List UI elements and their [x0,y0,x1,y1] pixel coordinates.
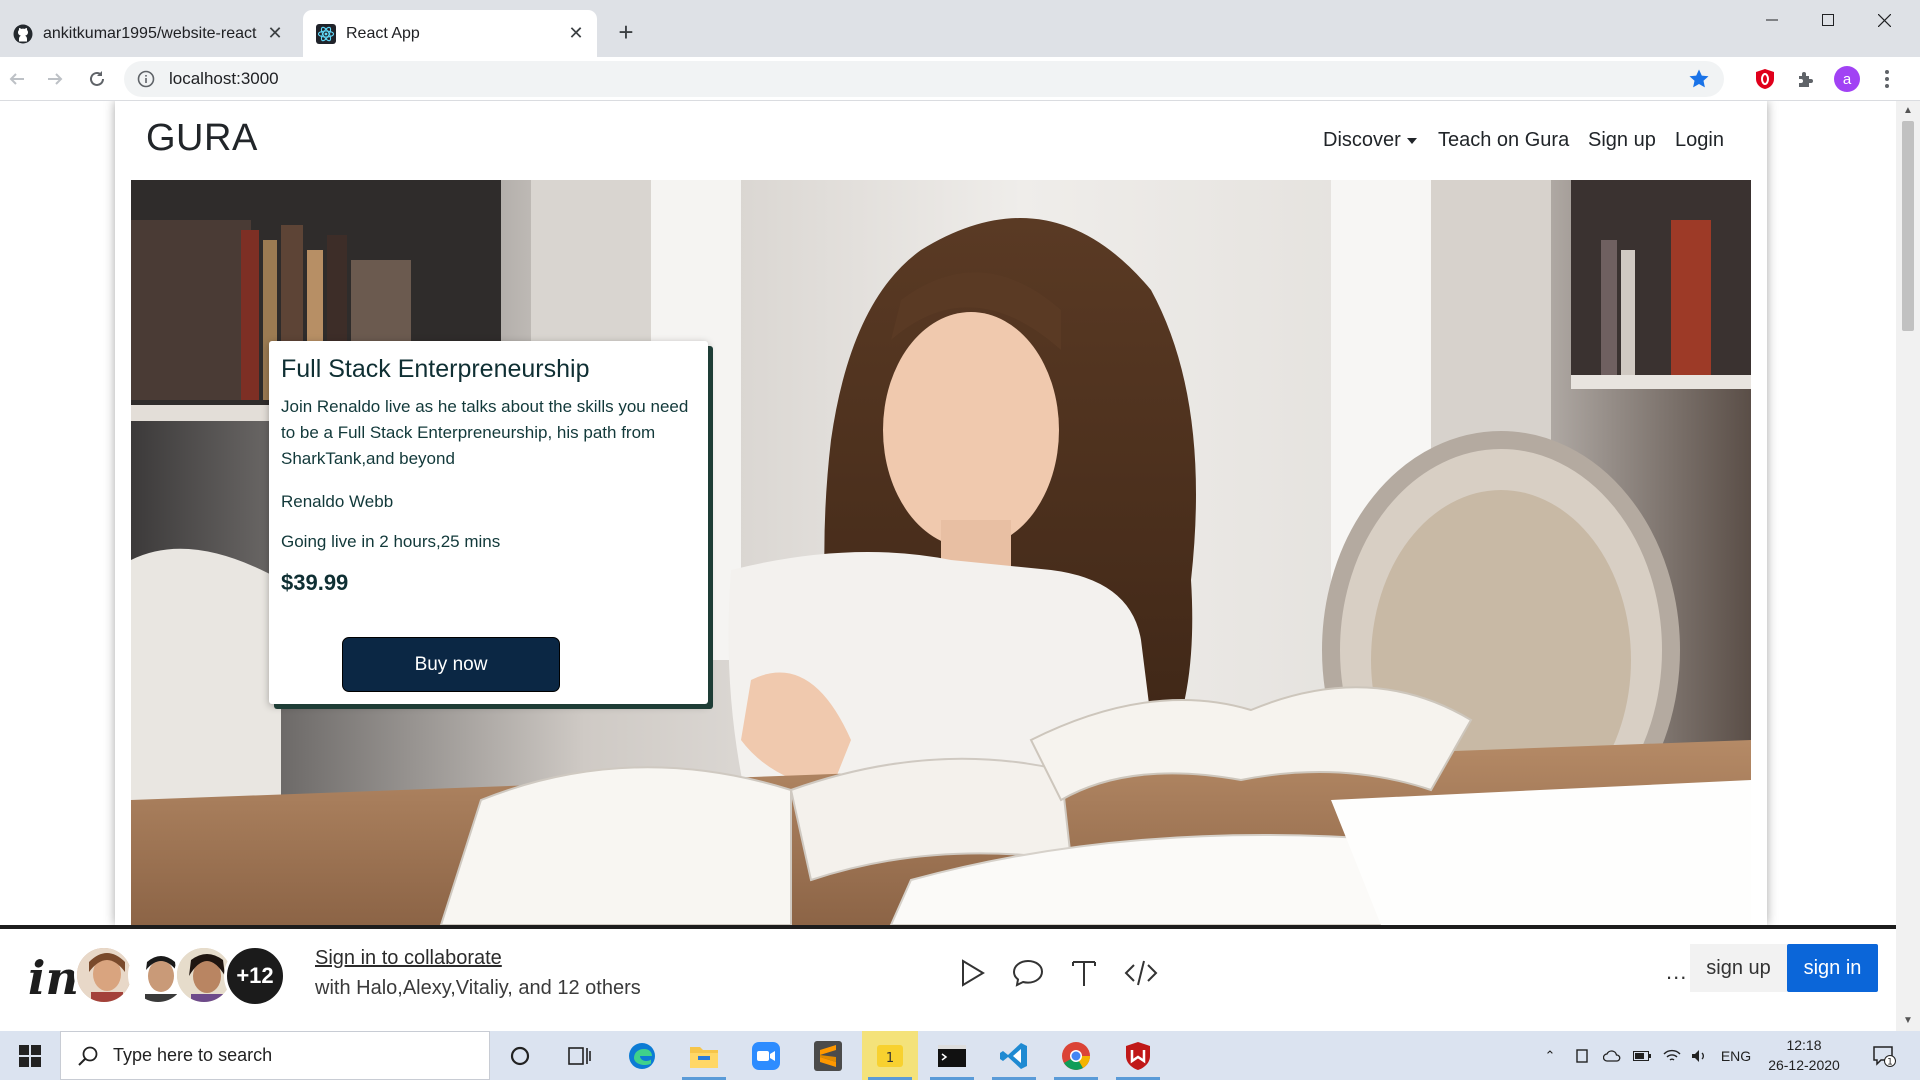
live-status: Going live in 2 hours,25 mins [281,532,501,551]
browser-tab-strip: ankitkumar1995/website-react ✕ React App… [0,0,1920,57]
volume-icon[interactable] [1688,1031,1712,1080]
text-tool-icon[interactable] [1064,953,1104,993]
terminal-icon[interactable] [924,1031,980,1080]
invision-logo: in [28,951,79,1005]
battery-icon[interactable] [1630,1031,1654,1080]
github-icon [13,24,33,43]
cortana-icon[interactable] [492,1031,548,1080]
scroll-down-icon[interactable]: ▼ [1896,1011,1920,1029]
task-view-icon[interactable] [552,1031,608,1080]
zoom-icon[interactable] [738,1031,794,1080]
nav-discover-label: Discover [1323,129,1401,151]
nav-discover[interactable]: Discover [1323,129,1417,152]
taskbar-search-placeholder: Type here to search [113,1045,273,1065]
close-window-icon[interactable] [1856,0,1912,40]
nav-login[interactable]: Login [1675,129,1724,152]
new-tab-icon[interactable]: + [612,17,640,47]
sign-in-to-collaborate-link[interactable]: Sign in to collaborate [315,947,502,970]
system-clock[interactable]: 12:18 26-12-2020 [1762,1035,1846,1075]
extensions-puzzle-icon[interactable] [1793,66,1819,92]
vscode-icon[interactable] [986,1031,1042,1080]
windows-start-icon[interactable] [0,1031,60,1080]
search-icon [78,1046,98,1066]
url-text: localhost:3000 [169,69,279,88]
course-author: Renaldo Webb [281,492,394,511]
course-title: Full Stack Enterpreneurship [281,355,590,383]
page-viewport: GURA Discover Teach on Gura Sign up Logi… [0,101,1896,925]
browser-menu-icon[interactable] [1874,66,1900,92]
code-icon[interactable] [1121,953,1161,993]
buy-now-button[interactable]: Buy now [342,637,560,692]
tray-chevron-up-icon[interactable]: ⌃ [1538,1031,1562,1080]
nav-sign-up[interactable]: Sign up [1588,129,1656,152]
tab-close-icon[interactable]: ✕ [262,21,288,47]
notification-center-icon[interactable]: 1 [1864,1031,1904,1080]
tab-close-icon[interactable]: ✕ [563,21,589,47]
clock-date: 26-12-2020 [1768,1057,1840,1073]
opera-extension-icon[interactable] [1752,66,1778,92]
tray-device-icon[interactable] [1570,1031,1594,1080]
forward-icon[interactable] [40,64,70,94]
more-options-icon[interactable]: ... [1666,959,1687,985]
collaboration-bar: in +12 Sign in to collaborate with Halo,… [0,925,1896,1031]
taskbar-search[interactable]: Type here to search [60,1031,490,1080]
tab-title: React App [346,24,420,42]
chrome-icon[interactable] [1048,1031,1104,1080]
onedrive-icon[interactable] [1600,1031,1624,1080]
extra-collaborators-badge[interactable]: +12 [224,945,286,1007]
reload-icon[interactable] [82,64,112,94]
collab-sign-up-button[interactable]: sign up [1690,944,1787,992]
mcafee-icon[interactable] [1110,1031,1166,1080]
address-bar[interactable]: localhost:3000 [124,61,1724,97]
collab-sign-in-button[interactable]: sign in [1787,944,1878,992]
site-info-icon[interactable] [137,70,155,88]
bookmark-star-icon[interactable] [1688,68,1710,90]
course-price: $39.99 [281,570,349,595]
svg-text:1: 1 [886,1051,894,1066]
browser-toolbar: localhost:3000 a [0,57,1920,101]
page-scrollbar[interactable]: ▲ ▼ [1896,101,1920,1031]
sublime-text-icon[interactable] [800,1031,856,1080]
profile-avatar[interactable]: a [1834,66,1860,92]
course-description: Join Renaldo live as he talks about the … [281,397,689,468]
edge-icon[interactable] [614,1031,670,1080]
sticky-app-icon[interactable]: 1 [862,1031,918,1080]
scroll-up-icon[interactable]: ▲ [1896,101,1920,119]
comment-icon[interactable] [1008,953,1048,993]
tab-github[interactable]: ankitkumar1995/website-react ✕ [0,10,296,57]
windows-taskbar: Type here to search 1 ⌃ ENG 12:18 26-12-… [0,1031,1920,1080]
minimize-icon[interactable] [1744,0,1800,40]
language-indicator[interactable]: ENG [1716,1031,1756,1080]
wifi-icon[interactable] [1660,1031,1684,1080]
notification-count: 1 [1887,1057,1893,1067]
clock-time: 12:18 [1786,1037,1822,1053]
collaborators-text: with Halo,Alexy,Vitaliy, and 12 others [315,977,641,999]
tab-react-app[interactable]: React App ✕ [303,10,597,57]
site-logo[interactable]: GURA [146,117,258,160]
nav-teach-on-gura[interactable]: Teach on Gura [1438,129,1569,152]
maximize-icon[interactable] [1800,0,1856,40]
avatar [74,945,134,1005]
file-explorer-icon[interactable] [676,1031,732,1080]
back-icon[interactable] [2,64,32,94]
play-icon[interactable] [952,953,992,993]
scrollbar-thumb[interactable] [1902,121,1914,331]
react-icon [316,23,336,44]
chevron-down-icon [1406,137,1417,144]
tab-title: ankitkumar1995/website-react [43,24,257,42]
course-card: Full Stack Enterpreneurship Join Renaldo… [269,341,708,704]
